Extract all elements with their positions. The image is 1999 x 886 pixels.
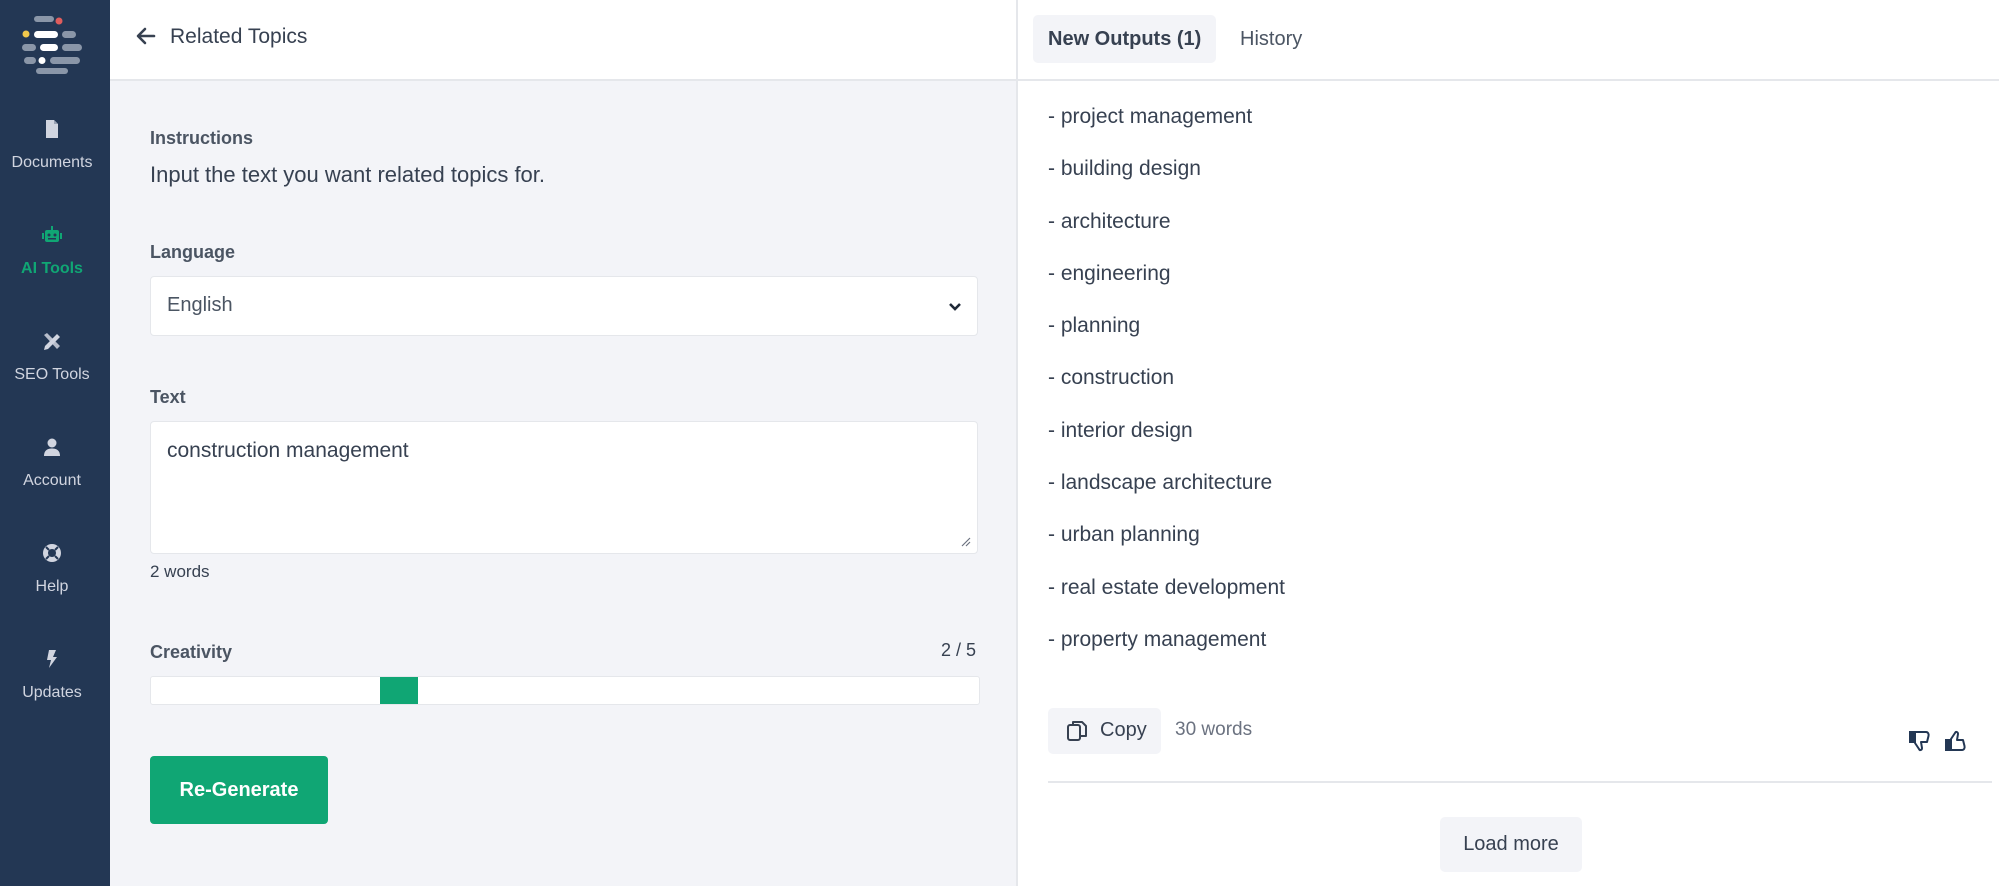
copy-label: Copy [1100,719,1147,741]
input-word-count: 2 words [150,562,210,581]
text-input-value: construction management [167,439,409,462]
sidebar-item-account[interactable]: Account [0,436,104,516]
sidebar-item-updates[interactable]: Updates [0,648,104,728]
output-list: - project management - building design - a… [1048,104,1285,679]
output-item: - construction [1048,366,1175,390]
output-item: - architecture [1048,209,1171,233]
sidebar-item-label: AI Tools [21,260,83,277]
sidebar-item-seo-tools[interactable]: SEO Tools [0,330,104,410]
text-label: Text [150,387,186,407]
sidebar-item-label: Help [35,578,69,595]
sidebar-item-label: SEO Tools [14,366,90,383]
sidebar-item-label: Updates [22,684,82,701]
text-input[interactable]: construction management [150,421,978,554]
tools-icon [44,333,60,350]
output-item: - property management [1048,627,1267,651]
lifebuoy-icon [43,544,61,562]
tool-form-panel: Related Topics Instructions Input the te… [110,0,1018,886]
instructions-label: Instructions [150,128,254,148]
chevron-down-icon [949,303,961,311]
sidebar-item-label: Account [23,472,81,489]
creativity-value: 2 / 5 [940,640,976,660]
document-icon [46,120,58,138]
output-word-count: 30 words [1175,719,1253,740]
language-select-value: English [167,294,233,316]
load-more-button[interactable]: Load more [1440,817,1582,872]
creativity-label: Creativity [150,642,233,662]
instructions-text: Input the text you want related topics f… [150,162,546,187]
outputs-header: New Outputs (1) History [1018,0,1999,81]
output-item: - engineering [1048,261,1171,285]
bolt-icon [47,650,57,668]
sidebar: Documents AI Tools SEO Tools Account Hel… [0,0,110,886]
sidebar-item-documents[interactable]: Documents [0,118,104,198]
sidebar-item-help[interactable]: Help [0,542,104,622]
thumbs-up-icon[interactable] [1943,728,1969,754]
tab-new-outputs[interactable]: New Outputs (1) [1033,15,1217,63]
robot-icon [42,226,62,242]
outputs-panel: New Outputs (1) History - project manage… [1018,0,1999,886]
sidebar-item-ai-tools[interactable]: AI Tools [0,224,104,304]
output-item: - interior design [1048,418,1193,442]
output-item: - real estate development [1048,575,1285,599]
app-logo[interactable] [20,16,84,74]
copy-button[interactable]: Copy [1048,708,1161,754]
creativity-slider[interactable] [150,676,980,705]
resize-handle-icon[interactable] [959,535,971,547]
sidebar-item-label: Documents [11,154,93,171]
creativity-slider-thumb[interactable] [380,677,418,704]
language-label: Language [150,242,236,262]
user-icon [44,438,60,456]
output-item: - landscape architecture [1048,471,1273,495]
output-item: - urban planning [1048,523,1200,547]
back-arrow-icon[interactable] [134,24,158,48]
output-item: - planning [1048,314,1141,338]
page-title: Related Topics [170,25,308,48]
regenerate-button[interactable]: Re-Generate [150,756,328,824]
thumbs-down-icon[interactable] [1907,728,1933,754]
tool-header: Related Topics [110,0,1016,81]
divider [1048,781,1992,783]
language-select[interactable]: English [150,276,978,336]
output-item: - building design [1048,157,1201,181]
copy-icon [1067,721,1087,741]
tab-history[interactable]: History [1225,15,1317,63]
output-item: - project management [1048,105,1253,128]
